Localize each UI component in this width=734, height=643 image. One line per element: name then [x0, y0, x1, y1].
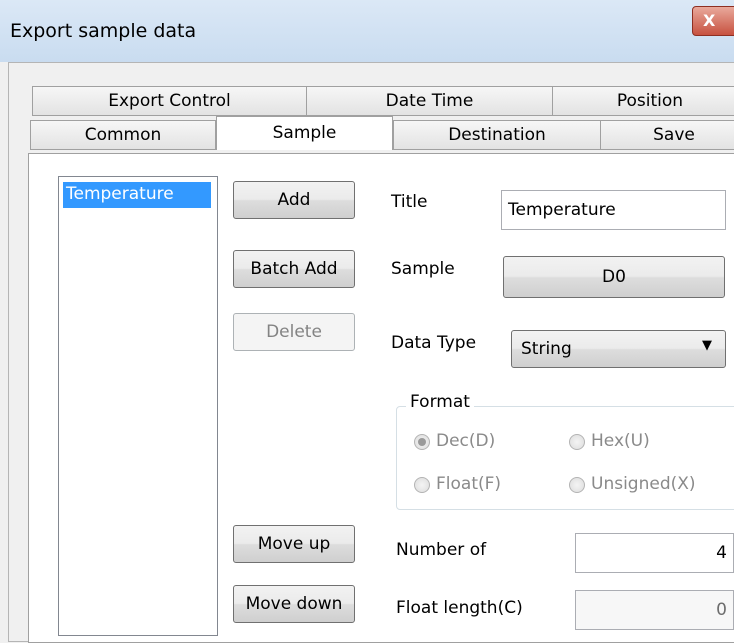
sample-address-button[interactable]: D0	[503, 256, 725, 298]
window-title: Export sample data	[10, 20, 197, 42]
title-bar: Export sample data X	[0, 0, 734, 62]
tab-save[interactable]: Save	[600, 120, 734, 150]
radio-unsigned-label: Unsigned(X)	[591, 474, 696, 494]
batch-add-button[interactable]: Batch Add	[233, 250, 355, 288]
data-type-value: String	[521, 339, 572, 359]
float-length-label: Float length(C)	[396, 598, 523, 618]
sample-list[interactable]: Temperature	[58, 176, 218, 636]
float-length-input[interactable]: 0	[575, 590, 734, 630]
move-up-button[interactable]: Move up	[233, 525, 355, 563]
number-of-label: Number of	[396, 540, 487, 560]
title-label: Title	[391, 192, 428, 212]
tab-destination[interactable]: Destination	[393, 120, 601, 150]
tab-export-control[interactable]: Export Control	[32, 86, 307, 116]
data-type-label: Data Type	[391, 333, 477, 353]
radio-hex[interactable]	[569, 434, 585, 450]
radio-float-label: Float(F)	[436, 474, 502, 494]
tab-common[interactable]: Common	[30, 120, 216, 150]
format-group-title: Format	[406, 392, 474, 412]
tab-sample[interactable]: Sample	[216, 116, 393, 150]
add-button[interactable]: Add	[233, 181, 355, 219]
number-of-input[interactable]: 4	[575, 533, 734, 573]
tab-position[interactable]: Position	[552, 86, 734, 116]
tab-date-time[interactable]: Date Time	[306, 86, 553, 116]
list-item[interactable]: Temperature	[63, 182, 211, 208]
close-icon: X	[703, 11, 716, 30]
radio-dec-label: Dec(D)	[436, 431, 496, 451]
move-down-button[interactable]: Move down	[233, 585, 355, 623]
chevron-down-icon: ▼	[702, 338, 712, 353]
delete-button[interactable]: Delete	[233, 313, 355, 351]
radio-dec[interactable]	[414, 434, 430, 450]
data-type-select[interactable]: String ▼	[511, 330, 726, 368]
close-button[interactable]: X	[692, 6, 734, 36]
sample-label: Sample	[391, 259, 455, 279]
radio-unsigned[interactable]	[569, 477, 585, 493]
title-input[interactable]: Temperature	[501, 190, 726, 230]
format-groupbox	[396, 406, 734, 510]
radio-hex-label: Hex(U)	[591, 431, 650, 451]
radio-float[interactable]	[414, 477, 430, 493]
